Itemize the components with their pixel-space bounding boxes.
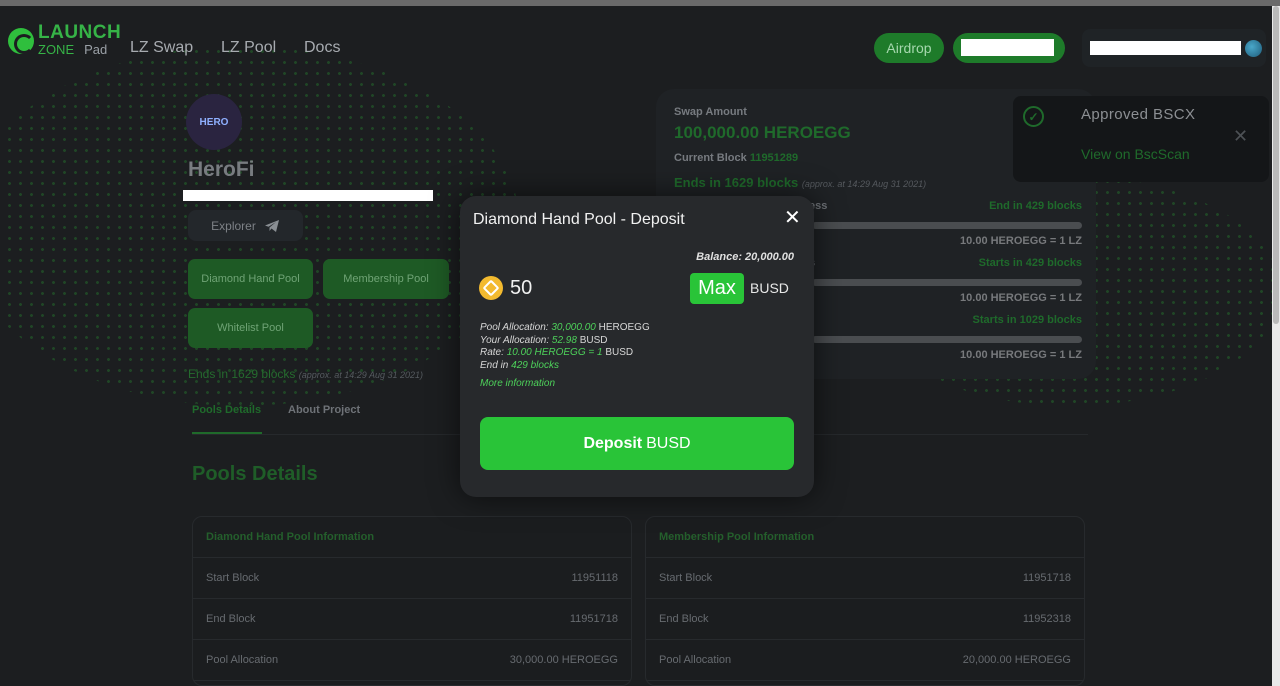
swap-ends: Ends in 1629 blocks (approx. at 14:29 Au… [674,175,927,190]
pool-progress-rate: 10.00 HEROEGG = 1 LZ [960,349,1082,361]
logo-pad: Pad [84,42,108,57]
pool-button-diamond-hand[interactable]: Diamond Hand Pool [188,259,313,299]
toast-title: Approved BSCX [1081,106,1196,123]
section-title: Pools Details [192,463,318,485]
nav-lz-pool[interactable]: LZ Pool [221,39,276,57]
logo-icon [8,27,34,54]
membership-info-card: Membership Pool Information Start Block 1… [645,516,1085,686]
pool-progress-rate: 10.00 HEROEGG = 1 LZ [960,292,1082,304]
scrollbar-thumb[interactable] [1273,6,1279,324]
view-on-bscscan-link[interactable]: View on BscScan [1081,146,1190,162]
logo-launch: LAUNCH [38,22,122,43]
pool-button-membership[interactable]: Membership Pool [323,259,449,299]
redacted-network [961,39,1054,56]
redacted-description [183,190,433,201]
active-tab-indicator [192,432,262,434]
deposit-modal: Diamond Hand Pool - Deposit ✕ Balance: 2… [460,196,814,497]
table-row: Start Block 11951718 [646,558,1084,599]
balance: Balance: 20,000.00 [696,251,794,263]
diamond-hand-info-card: Diamond Hand Pool Information Start Bloc… [192,516,632,686]
toast-close-icon[interactable]: ✕ [1233,126,1248,147]
swap-amount: 100,000.00 HEROEGG [674,123,851,142]
toast-notification: ✓ Approved BSCX View on BscScan ✕ [1013,96,1269,182]
airdrop-button[interactable]: Airdrop [874,33,944,63]
project-avatar: HERO [186,94,242,150]
logo[interactable]: LAUNCH ZONE Pad [8,23,121,58]
info-card-title: Membership Pool Information [646,517,1084,558]
redacted-address [1090,41,1241,55]
tab-about-project[interactable]: About Project [288,404,360,416]
info-card-title: Diamond Hand Pool Information [193,517,631,558]
table-row: Pool Allocation 30,000.00 HEROEGG [193,640,631,681]
deposit-button[interactable]: Deposit BUSD [480,417,794,470]
nav-docs[interactable]: Docs [304,39,340,57]
pool-progress-status: Starts in 429 blocks [978,257,1082,269]
tab-pools-details[interactable]: Pools Details [192,404,261,416]
pool-progress-status: Starts in 1029 blocks [972,314,1082,326]
more-information-link[interactable]: More information [480,378,555,389]
logo-zone: ZONE [38,42,75,57]
explorer-label: Explorer [211,218,256,233]
pool-progress-bar [812,222,1082,229]
close-icon[interactable]: ✕ [784,208,801,228]
wallet-avatar-icon [1245,40,1262,57]
currency-label: BUSD [750,280,789,296]
network-button[interactable] [953,33,1065,63]
table-row: End Block 11951718 [193,599,631,640]
pool-progress-bar [812,336,1082,343]
swap-amount-label: Swap Amount [674,106,747,118]
scrollbar[interactable] [1272,6,1280,686]
pool-button-whitelist[interactable]: Whitelist Pool [188,308,313,348]
busd-coin-icon [479,276,503,300]
table-row: Pool Allocation 20,000.00 HEROEGG [646,640,1084,681]
table-row: End Block 11952318 [646,599,1084,640]
explorer-button[interactable]: Explorer [188,210,303,241]
pool-progress-bar [812,279,1082,286]
amount-input[interactable] [510,274,660,302]
pool-progress-rate: 10.00 HEROEGG = 1 LZ [960,235,1082,247]
pool-progress-status: End in 429 blocks [989,200,1082,212]
telegram-icon [264,219,279,232]
check-icon: ✓ [1023,106,1044,127]
project-ends: Ends in 1629 blocks (approx. at 14:29 Au… [188,367,424,381]
modal-title: Diamond Hand Pool - Deposit [473,211,685,228]
max-button[interactable]: Max [690,273,744,304]
wallet-button[interactable] [1082,29,1266,67]
current-block: Current Block 11951289 [674,152,799,164]
table-row: Start Block 11951118 [193,558,631,599]
nav-lz-swap[interactable]: LZ Swap [130,39,193,57]
allocation-details: Pool Allocation: 30,000.00 HEROEGG Your … [480,322,650,371]
project-name: HeroFi [188,158,255,181]
